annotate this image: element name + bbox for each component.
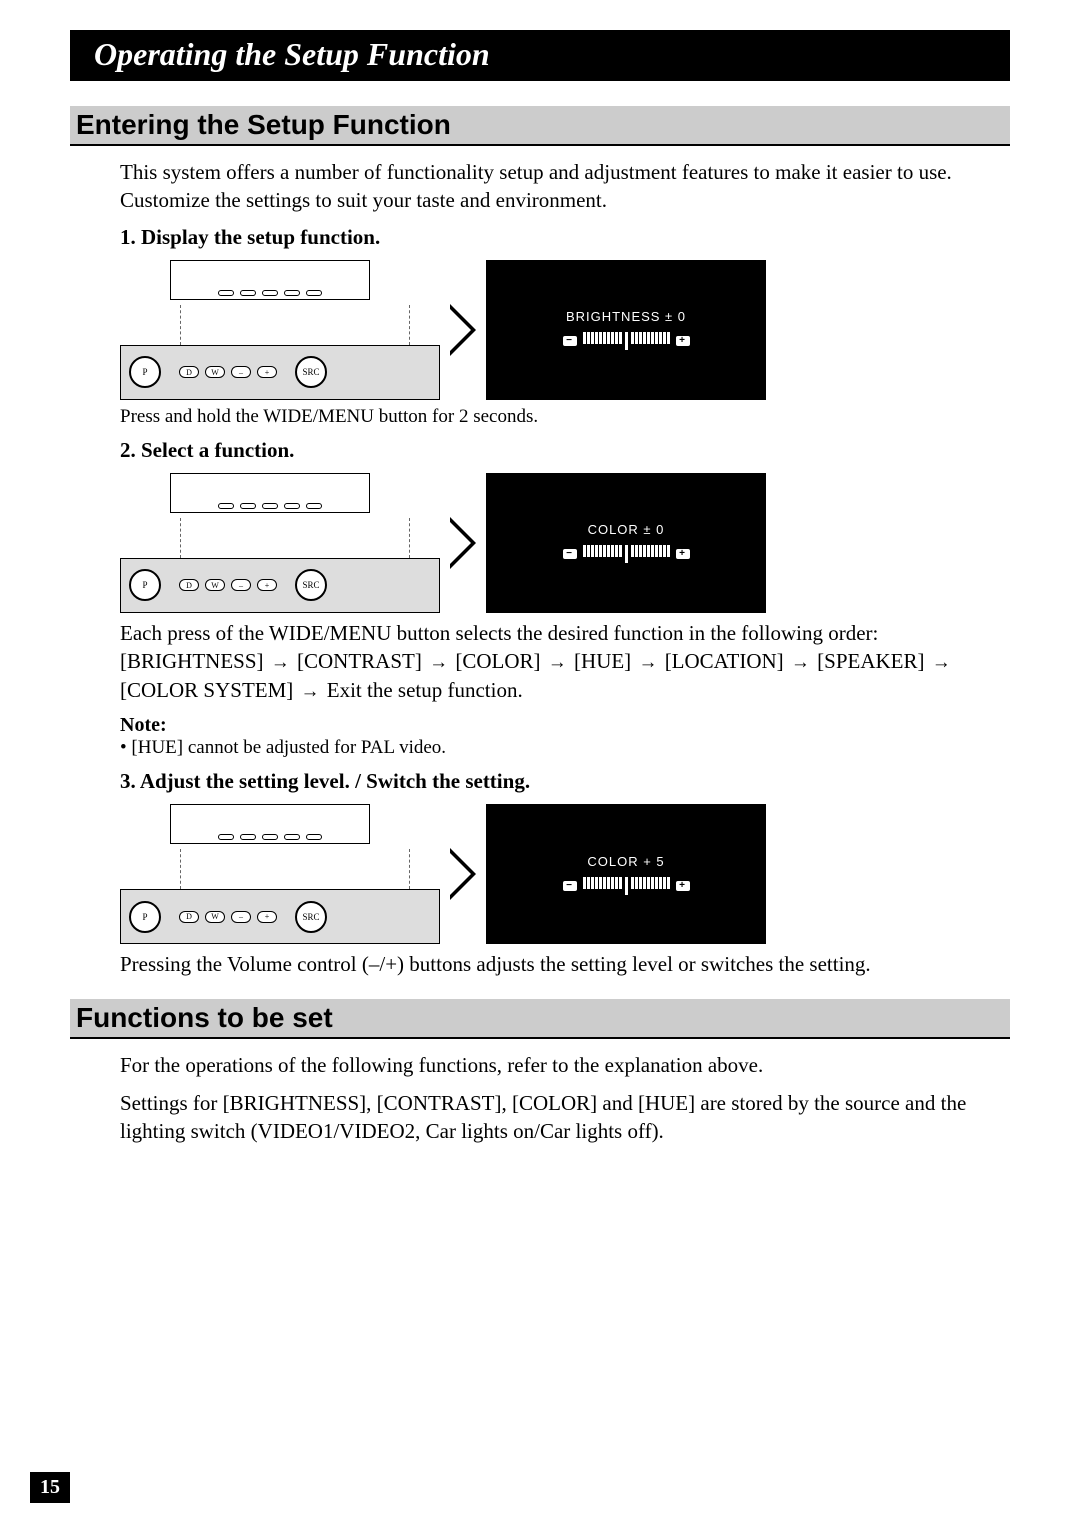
device-diagram: P D W – + SRC: [120, 473, 440, 613]
arrow-right-icon: →: [427, 652, 450, 673]
p-knob: P: [129, 356, 161, 388]
d-button: D: [179, 366, 199, 378]
page-number: 15: [30, 1472, 70, 1503]
step2-heading: 2. Select a function.: [120, 438, 1010, 463]
plus-icon: +: [676, 336, 690, 346]
minus-button: –: [231, 579, 251, 591]
section2-text2: Settings for [BRIGHTNESS], [CONTRAST], […: [120, 1089, 1000, 1146]
plus-icon: +: [676, 881, 690, 891]
w-button: W: [205, 366, 225, 378]
arrow-icon: [450, 304, 476, 356]
src-knob: SRC: [295, 901, 327, 933]
src-knob: SRC: [295, 569, 327, 601]
arrow-icon: [450, 517, 476, 569]
minus-button: –: [231, 366, 251, 378]
plus-button: +: [257, 366, 277, 378]
step3-figure: P D W – + SRC COLOR + 5 − +: [120, 804, 1010, 944]
section-heading-entering: Entering the Setup Function: [70, 106, 1010, 146]
level-bar: − +: [563, 545, 690, 563]
device-diagram: P D W – + SRC: [120, 260, 440, 400]
section2-text1: For the operations of the following func…: [120, 1051, 1000, 1079]
screen-color-plus5: COLOR + 5 − +: [486, 804, 766, 944]
screen-label: COLOR ± 0: [588, 522, 665, 537]
note-label: Note:: [120, 714, 1010, 737]
src-knob: SRC: [295, 356, 327, 388]
w-button: W: [205, 911, 225, 923]
step2-desc: Each press of the WIDE/MENU button selec…: [120, 619, 1000, 705]
note-text: • [HUE] cannot be adjusted for PAL video…: [120, 737, 1010, 759]
arrow-right-icon: →: [269, 652, 292, 673]
page-title: Operating the Setup Function: [94, 36, 490, 72]
plus-button: +: [257, 579, 277, 591]
page-title-bar: Operating the Setup Function: [70, 30, 1010, 81]
screen-brightness: BRIGHTNESS ± 0 − +: [486, 260, 766, 400]
plus-icon: +: [676, 549, 690, 559]
plus-button: +: [257, 911, 277, 923]
screen-label: COLOR + 5: [587, 854, 664, 869]
level-bar: − +: [563, 332, 690, 350]
w-button: W: [205, 579, 225, 591]
step1-caption: Press and hold the WIDE/MENU button for …: [120, 406, 1010, 428]
arrow-right-icon: →: [546, 652, 569, 673]
step1-figure: P D W – + SRC BRIGHTNESS ± 0 − +: [120, 260, 1010, 400]
arrow-right-icon: →: [789, 652, 812, 673]
p-knob: P: [129, 569, 161, 601]
step2-figure: P D W – + SRC COLOR ± 0 − +: [120, 473, 1010, 613]
arrow-right-icon: →: [299, 681, 322, 702]
arrow-right-icon: →: [636, 652, 659, 673]
screen-label: BRIGHTNESS ± 0: [566, 309, 686, 324]
section-heading-functions: Functions to be set: [70, 999, 1010, 1039]
arrow-right-icon: →: [930, 652, 953, 673]
section1-intro: This system offers a number of functiona…: [120, 158, 1000, 215]
minus-icon: −: [563, 336, 577, 346]
step3-heading: 3. Adjust the setting level. / Switch th…: [120, 769, 1010, 794]
p-knob: P: [129, 901, 161, 933]
step3-desc: Pressing the Volume control (–/+) button…: [120, 950, 1000, 978]
screen-color: COLOR ± 0 − +: [486, 473, 766, 613]
d-button: D: [179, 911, 199, 923]
d-button: D: [179, 579, 199, 591]
minus-icon: −: [563, 881, 577, 891]
level-bar: − +: [563, 877, 690, 895]
step1-heading: 1. Display the setup function.: [120, 225, 1010, 250]
arrow-icon: [450, 848, 476, 900]
device-diagram: P D W – + SRC: [120, 804, 440, 944]
minus-icon: −: [563, 549, 577, 559]
minus-button: –: [231, 911, 251, 923]
